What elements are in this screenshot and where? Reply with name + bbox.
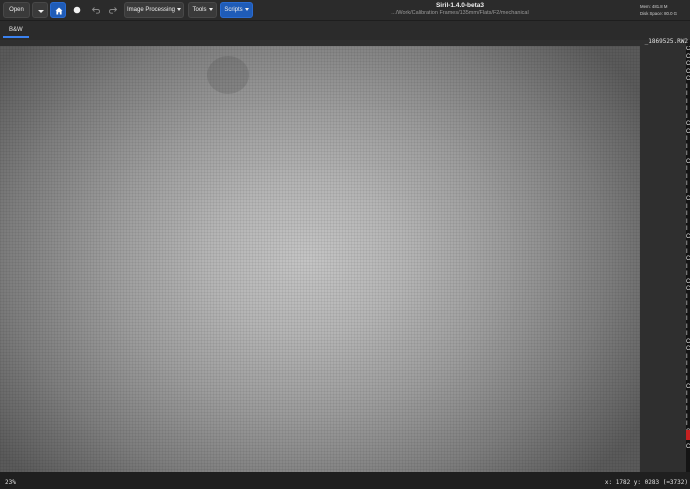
log-line: I — [686, 248, 688, 255]
chevron-down-icon — [244, 7, 249, 11]
log-line: I — [686, 391, 688, 397]
log-line: I — [686, 361, 688, 367]
tools-label: Tools — [192, 7, 207, 13]
log-line: C — [686, 76, 690, 82]
log-line: C — [686, 286, 690, 292]
open-menu-button[interactable] — [32, 2, 48, 18]
log-line: I — [686, 83, 688, 90]
log-line: I — [686, 271, 688, 277]
log-line: C — [686, 233, 690, 240]
log-line: I — [686, 421, 688, 427]
redo-button[interactable] — [105, 2, 121, 18]
system-status: Mem: 481.8 M Disk Space: 80.0 G — [640, 4, 690, 17]
log-line: I — [686, 241, 688, 247]
open-button[interactable]: Open — [3, 2, 30, 18]
log-line: C — [686, 121, 690, 127]
cursor-coordinates: x: 1782 y: 0283 (=3732) — [604, 479, 688, 486]
home-button[interactable] — [50, 2, 66, 18]
log-line: I — [686, 293, 688, 300]
log-line: I — [686, 143, 688, 150]
log-line: I — [686, 136, 688, 142]
log-line: I — [686, 91, 688, 97]
log-line: C — [686, 68, 690, 75]
log-line: I — [686, 308, 688, 315]
log-line: C — [686, 383, 690, 390]
image-filename: _1869525.RW2 — [644, 38, 688, 45]
disk-space: Disk Space: 80.0 G — [640, 10, 678, 16]
header-bar: Open Image Processing Tools Scripts Siri… — [0, 0, 690, 21]
dust-spot — [207, 56, 249, 94]
undo-button[interactable] — [88, 2, 104, 18]
log-line: I — [686, 331, 688, 337]
log-line: I — [686, 151, 688, 157]
window-title-area: Siril-1.4.0-beta3 .../Work/Calibration F… — [340, 2, 580, 17]
log-line: C — [686, 338, 690, 345]
image-viewer[interactable] — [0, 40, 686, 472]
log-line: I — [686, 211, 688, 217]
working-directory: .../Work/Calibration Frames/135mm/Flats/… — [391, 10, 529, 16]
tools-menu[interactable]: Tools — [188, 2, 217, 18]
log-line: I — [686, 166, 688, 172]
app-title: Siril-1.4.0-beta3 — [435, 2, 485, 9]
log-line: I — [686, 413, 688, 420]
log-error-marker — [686, 430, 690, 440]
scripts-menu[interactable]: Scripts — [220, 2, 253, 18]
home-icon — [55, 7, 63, 15]
log-line: I — [686, 113, 688, 120]
console-log[interactable]: CCCCCIIIIICCIIICIIIICIIIICIICIICCIIIIIIC… — [686, 46, 690, 472]
log-line: I — [686, 376, 688, 382]
chevron-down-icon — [177, 7, 182, 11]
tab-bw[interactable]: B&W — [3, 23, 29, 38]
log-line: C — [686, 61, 690, 67]
log-line: I — [686, 263, 688, 270]
log-line: C — [686, 443, 690, 450]
log-line: C — [686, 53, 690, 60]
log-line: I — [686, 353, 688, 360]
flat-frame-image[interactable] — [0, 46, 640, 472]
log-line: C — [686, 128, 690, 135]
image-processing-label: Image Processing — [126, 7, 176, 13]
log-line: I — [686, 218, 688, 225]
zoom-level: 23% — [5, 479, 16, 486]
log-line: I — [686, 226, 688, 232]
record-icon — [73, 6, 81, 14]
log-line: I — [686, 398, 688, 405]
log-line: I — [686, 323, 688, 330]
log-line: C — [686, 256, 690, 262]
redo-icon — [109, 7, 118, 14]
log-line: I — [686, 203, 688, 210]
log-line: I — [686, 173, 688, 180]
chevron-down-icon — [208, 7, 213, 11]
log-line: I — [686, 181, 688, 187]
log-line: I — [686, 188, 688, 195]
status-bar: 23% x: 1782 y: 0283 (=3732) — [0, 472, 690, 489]
log-line: C — [686, 196, 690, 202]
scripts-label: Scripts — [224, 7, 243, 13]
undo-icon — [91, 7, 100, 14]
channel-tabs: B&W — [0, 21, 690, 40]
record-button[interactable] — [69, 2, 85, 18]
log-line: I — [686, 98, 688, 105]
log-line: I — [686, 406, 688, 412]
log-line: I — [686, 368, 688, 375]
log-line: I — [686, 316, 688, 322]
chevron-down-icon — [38, 10, 44, 13]
image-processing-menu[interactable]: Image Processing — [124, 2, 184, 18]
log-line: I — [686, 301, 688, 307]
log-line: C — [686, 46, 690, 52]
log-line: I — [686, 106, 688, 112]
log-line: C — [686, 346, 690, 352]
log-line: C — [686, 278, 690, 285]
log-line: C — [686, 158, 690, 165]
